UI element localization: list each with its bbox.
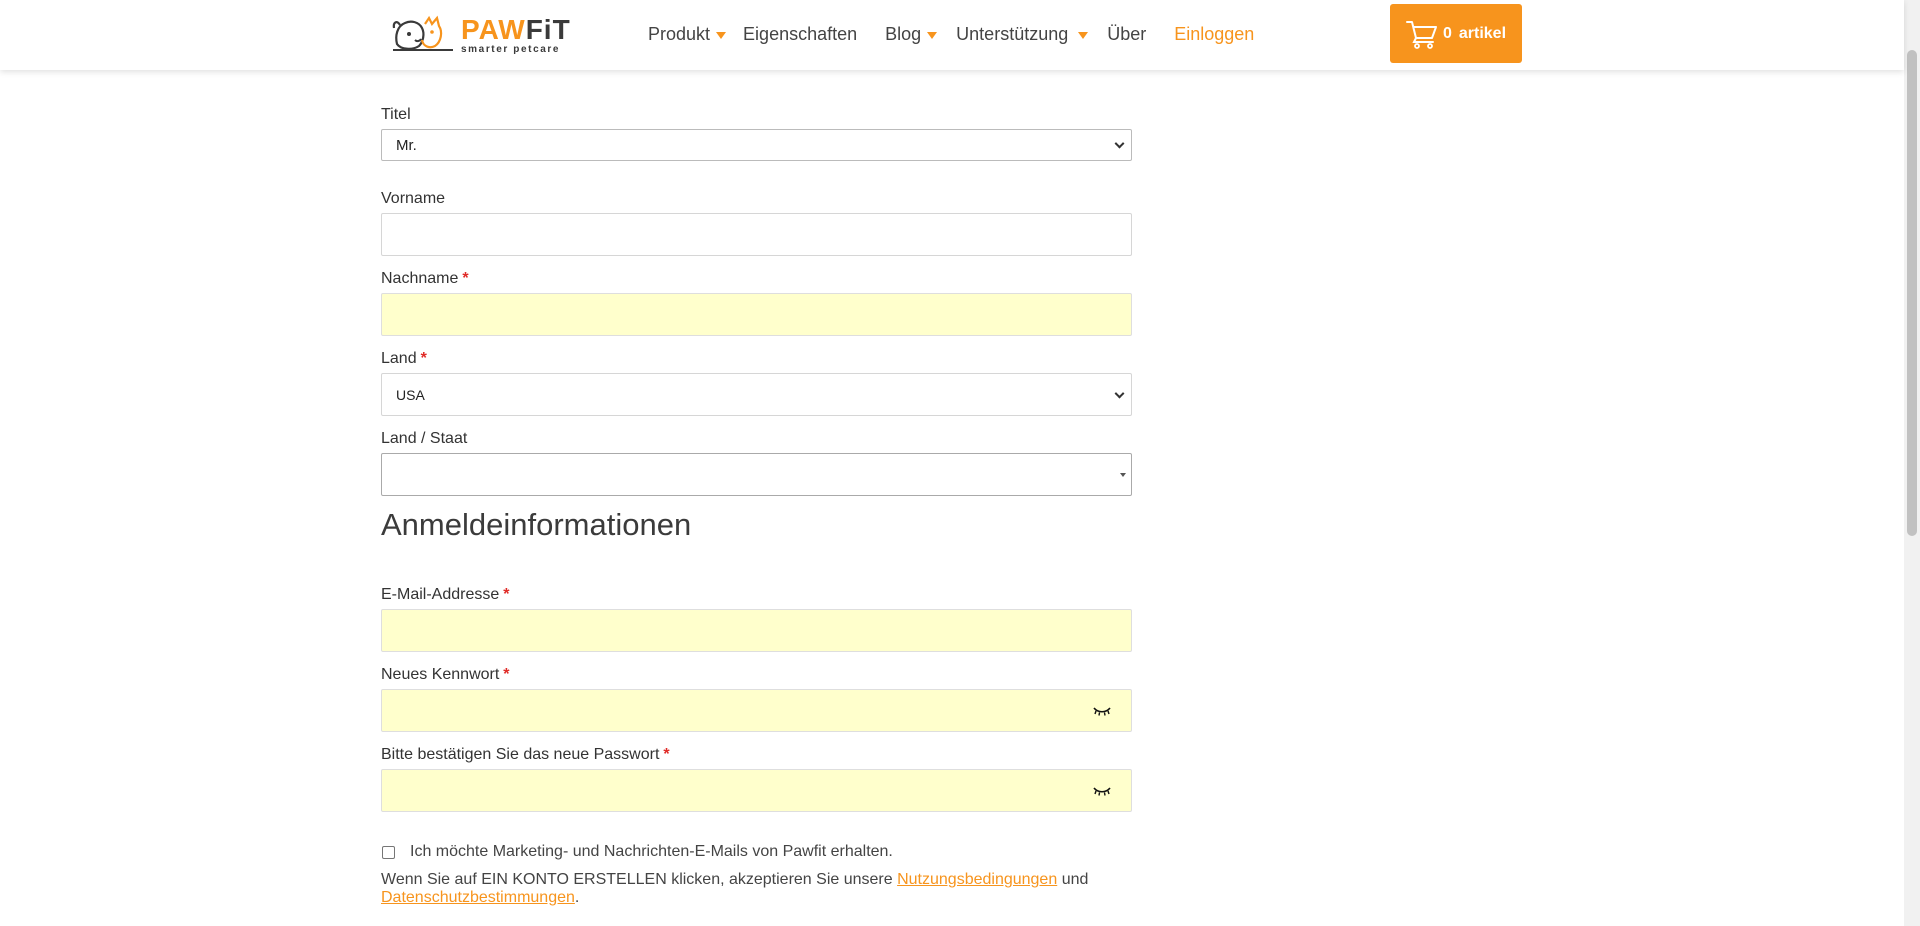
logo-word-paw: PAW <box>461 13 526 45</box>
pawfit-logo[interactable]: PAWFiT smarter petcare <box>391 14 573 56</box>
logo-word-fit: FiT <box>525 13 571 45</box>
terms-of-use-link[interactable]: Nutzungsbedingungen <box>897 871 1057 888</box>
chevron-down-icon <box>1114 388 1125 399</box>
terms-suffix: . <box>574 889 580 906</box>
country-label: Land * <box>381 350 427 367</box>
nav-item-blog[interactable]: Blog <box>885 23 938 45</box>
nav-item-ueber[interactable]: Über <box>1107 24 1146 45</box>
required-asterisk: * <box>503 586 510 603</box>
region-label: Land / Staat <box>381 430 468 447</box>
required-asterisk: * <box>462 270 469 287</box>
main-nav: Produkt Eigenschaften Blog Unterstützung… <box>648 22 1254 46</box>
nav-item-eigenschaften[interactable]: Eigenschaften <box>743 24 857 45</box>
nav-item-label: Unterstützung <box>956 23 1069 44</box>
eye-closed-icon[interactable] <box>1093 786 1111 796</box>
required-asterisk: * <box>663 746 670 763</box>
dog-cat-logo-icon <box>392 15 453 51</box>
email-label: E-Mail-Addresse * <box>381 586 510 603</box>
nav-item-label: Eigenschaften <box>743 23 858 44</box>
section-heading-login-info: Anmeldeinformationen <box>381 507 692 542</box>
password-input[interactable] <box>381 689 1132 732</box>
title-label: Titel <box>381 106 411 123</box>
newsletter-label[interactable]: Ich möchte Marketing- und Nachrichten-E-… <box>410 843 893 861</box>
required-asterisk: * <box>503 666 510 683</box>
chevron-down-icon <box>1114 138 1125 149</box>
cart-count: 0 <box>1442 24 1452 42</box>
privacy-policy-link[interactable]: Datenschutzbestimmungen <box>381 889 575 906</box>
nav-item-login[interactable]: Einloggen <box>1174 24 1254 45</box>
eye-closed-icon[interactable] <box>1093 706 1111 716</box>
password-label: Neues Kennwort * <box>381 666 510 683</box>
cart-icon <box>1405 20 1437 49</box>
scrollbar-thumb[interactable] <box>1907 50 1917 536</box>
title-select[interactable]: Mr. <box>381 129 1132 161</box>
page-scrollbar[interactable] <box>1904 0 1920 926</box>
dropdown-arrow-icon <box>1120 472 1126 477</box>
newsletter-checkbox[interactable] <box>382 845 395 859</box>
newsletter-row: Ich möchte Marketing- und Nachrichten-E-… <box>381 843 893 861</box>
lastname-label: Nachname * <box>381 270 469 287</box>
logo-tagline: smarter petcare <box>461 43 561 55</box>
site-header: PAWFiT smarter petcare Produkt Eigenscha… <box>0 0 1904 70</box>
terms-prefix: Wenn Sie auf EIN KONTO ERSTELLEN klicken… <box>381 871 893 888</box>
password-confirm-input[interactable] <box>381 769 1132 812</box>
nav-item-produkt[interactable]: Produkt <box>648 23 727 45</box>
nav-item-label: Einloggen <box>1174 23 1255 44</box>
region-select[interactable] <box>381 453 1132 496</box>
terms-notice: Wenn Sie auf EIN KONTO ERSTELLEN klicken… <box>381 871 1141 907</box>
title-select-value: Mr. <box>396 136 417 154</box>
nav-item-label: Produkt <box>648 23 711 44</box>
caret-down-icon <box>927 31 938 39</box>
nav-item-label: Über <box>1107 23 1147 44</box>
country-select-value: USA <box>396 386 425 403</box>
firstname-input[interactable] <box>381 213 1132 256</box>
caret-down-icon <box>716 31 727 39</box>
terms-middle: und <box>1061 871 1089 888</box>
lastname-input[interactable] <box>381 293 1132 336</box>
nav-item-label: Blog <box>885 23 922 44</box>
required-asterisk: * <box>420 350 427 367</box>
nav-item-unterstuetzung[interactable]: Unterstützung <box>956 23 1089 45</box>
country-select[interactable]: USA <box>381 373 1132 416</box>
cart-button[interactable]: 0 artikel <box>1390 4 1522 63</box>
caret-down-icon <box>1078 31 1089 39</box>
firstname-label: Vorname <box>381 190 446 207</box>
password-confirm-label: Bitte bestätigen Sie das neue Passwort * <box>381 746 670 763</box>
email-input[interactable] <box>381 609 1132 652</box>
cart-label: artikel <box>1458 24 1507 42</box>
